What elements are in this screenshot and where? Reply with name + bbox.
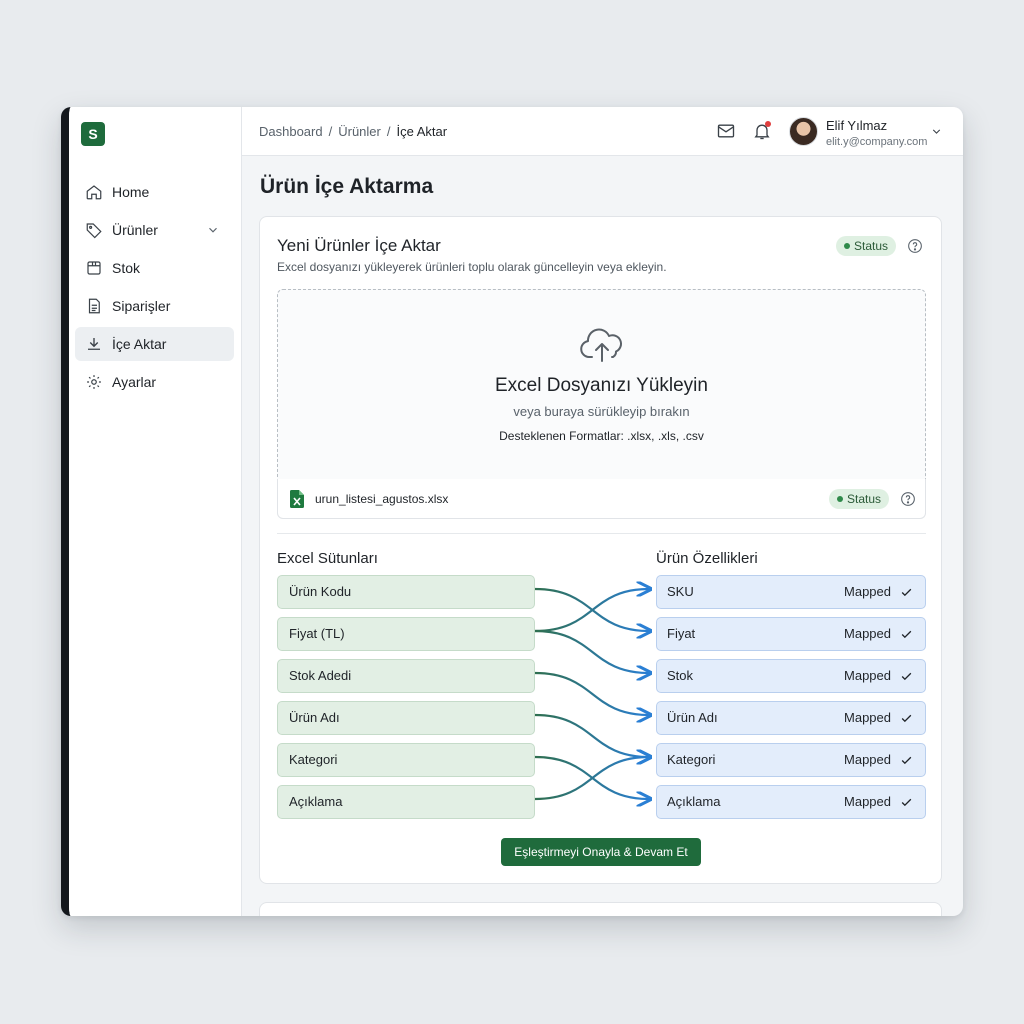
sidebar-item-home[interactable]: Home	[75, 175, 234, 209]
document-icon	[88, 298, 100, 314]
mapping-connectors	[535, 572, 656, 828]
supported-formats: Desteklenen Formatlar: .xlsx, .xls, .csv	[499, 429, 704, 443]
confirm-mapping-button[interactable]: Eşleştirmeyi Onayla & Devam Et	[501, 838, 701, 866]
user-info[interactable]: Elif Yılmaz elit.y@company.com	[826, 118, 927, 148]
notification-dot	[765, 121, 771, 127]
top-bar: Dashboard / Ürünler / İçe Aktar Elif Yıl…	[242, 107, 963, 156]
sidebar-item-label: İçe Aktar	[112, 336, 167, 352]
source-column[interactable]: Ürün Adı	[277, 701, 535, 735]
target-field[interactable]: Kategori Mapped	[656, 743, 926, 777]
target-field-label: Fiyat	[667, 626, 696, 641]
target-field[interactable]: Fiyat Mapped	[656, 617, 926, 651]
header-actions	[716, 121, 772, 141]
check-icon	[901, 798, 912, 807]
breadcrumb-dashboard[interactable]: Dashboard	[259, 124, 323, 139]
check-icon	[901, 714, 912, 723]
mapped-status: Mapped	[844, 668, 891, 683]
sidebar-item-settings[interactable]: Ayarlar	[75, 365, 234, 399]
sidebar: S Home Ürünler Stok Siparişler İçe Aktar…	[69, 107, 242, 916]
download-icon	[88, 338, 100, 350]
excel-file-icon	[290, 490, 304, 508]
target-field-label: Açıklama	[667, 794, 721, 809]
bell-icon[interactable]	[752, 121, 772, 141]
target-field[interactable]: Ürün Adı Mapped	[656, 701, 926, 735]
breadcrumb-products[interactable]: Ürünler	[338, 124, 381, 139]
connector-line	[535, 713, 649, 757]
gear-icon	[87, 375, 101, 389]
sidebar-item-label: Siparişler	[112, 298, 171, 314]
breadcrumb-separator: /	[328, 124, 333, 139]
source-column[interactable]: Ürün Kodu	[277, 575, 535, 609]
target-fields-header: Ürün Özellikleri	[656, 550, 758, 567]
card-title: Yeni Ürünler İçe Aktar	[277, 236, 441, 255]
sidebar-nav: Home Ürünler Stok Siparişler İçe Aktar A…	[75, 175, 234, 403]
secondary-card	[259, 902, 942, 916]
chevron-down-icon[interactable]	[930, 125, 943, 138]
mapped-status: Mapped	[844, 710, 891, 725]
connector-line	[535, 671, 649, 715]
target-field-label: Stok	[667, 668, 694, 683]
sidebar-item-label: Ayarlar	[112, 374, 157, 390]
source-columns-header: Excel Sütunları	[277, 550, 378, 567]
sidebar-item-import[interactable]: İçe Aktar	[75, 327, 234, 361]
target-field[interactable]: Açıklama Mapped	[656, 785, 926, 819]
target-field[interactable]: SKU Mapped	[656, 575, 926, 609]
chevron-down-icon[interactable]	[206, 223, 220, 237]
box-icon	[87, 261, 101, 275]
mapped-status: Mapped	[844, 626, 891, 641]
mapped-status: Mapped	[844, 794, 891, 809]
file-status-badge: Status	[829, 489, 890, 509]
sidebar-item-label: Ürünler	[112, 222, 158, 238]
source-column[interactable]: Açıklama	[277, 785, 535, 819]
tag-icon	[86, 223, 102, 239]
upload-subtitle: veya buraya sürükleyip bırakın	[513, 404, 690, 419]
status-badge: Status	[836, 236, 897, 256]
cloud-upload-icon	[580, 328, 622, 362]
connector-line	[535, 589, 649, 633]
target-field[interactable]: Stok Mapped	[656, 659, 926, 693]
app-logo[interactable]: S	[81, 122, 105, 146]
uploaded-file-row[interactable]: urun_listesi_agustos.xlsx Status	[277, 479, 926, 519]
connector-line	[535, 629, 649, 673]
source-column[interactable]: Fiyat (TL)	[277, 617, 535, 651]
import-card: Yeni Ürünler İçe Aktar Excel dosyanızı y…	[259, 216, 942, 884]
target-field-label: SKU	[667, 584, 694, 599]
mail-icon[interactable]	[716, 121, 736, 141]
sidebar-item-label: Home	[112, 184, 150, 200]
avatar[interactable]	[789, 117, 818, 146]
target-field-label: Kategori	[667, 752, 716, 767]
card-subtitle: Excel dosyanızı yükleyerek ürünleri topl…	[277, 260, 667, 274]
check-icon	[901, 588, 912, 597]
user-email: elit.y@company.com	[826, 136, 928, 148]
sidebar-item-products[interactable]: Ürünler	[75, 213, 234, 247]
mapped-status: Mapped	[844, 752, 891, 767]
sidebar-item-orders[interactable]: Siparişler	[75, 289, 234, 323]
breadcrumb-current: İçe Aktar	[396, 124, 448, 139]
mapped-status: Mapped	[844, 584, 891, 599]
home-icon	[86, 185, 102, 200]
app-window: S Home Ürünler Stok Siparişler İçe Aktar…	[61, 107, 963, 916]
page-title: Ürün İçe Aktarma	[260, 175, 434, 198]
check-icon	[901, 630, 912, 639]
help-icon[interactable]	[907, 238, 923, 254]
connector-line	[535, 757, 649, 801]
sidebar-item-stock[interactable]: Stok	[75, 251, 234, 285]
user-name: Elif Yılmaz	[826, 118, 888, 133]
source-column[interactable]: Stok Adedi	[277, 659, 535, 693]
source-column[interactable]: Kategori	[277, 743, 535, 777]
divider	[277, 533, 926, 534]
check-icon	[901, 672, 912, 681]
breadcrumb: Dashboard / Ürünler / İçe Aktar	[259, 124, 447, 139]
file-name: urun_listesi_agustos.xlsx	[315, 492, 449, 506]
check-icon	[901, 756, 912, 765]
upload-title: Excel Dosyanızı Yükleyin	[495, 375, 708, 396]
help-icon[interactable]	[900, 491, 916, 507]
target-field-label: Ürün Adı	[667, 710, 718, 725]
breadcrumb-separator: /	[386, 124, 391, 139]
sidebar-item-label: Stok	[112, 260, 141, 276]
